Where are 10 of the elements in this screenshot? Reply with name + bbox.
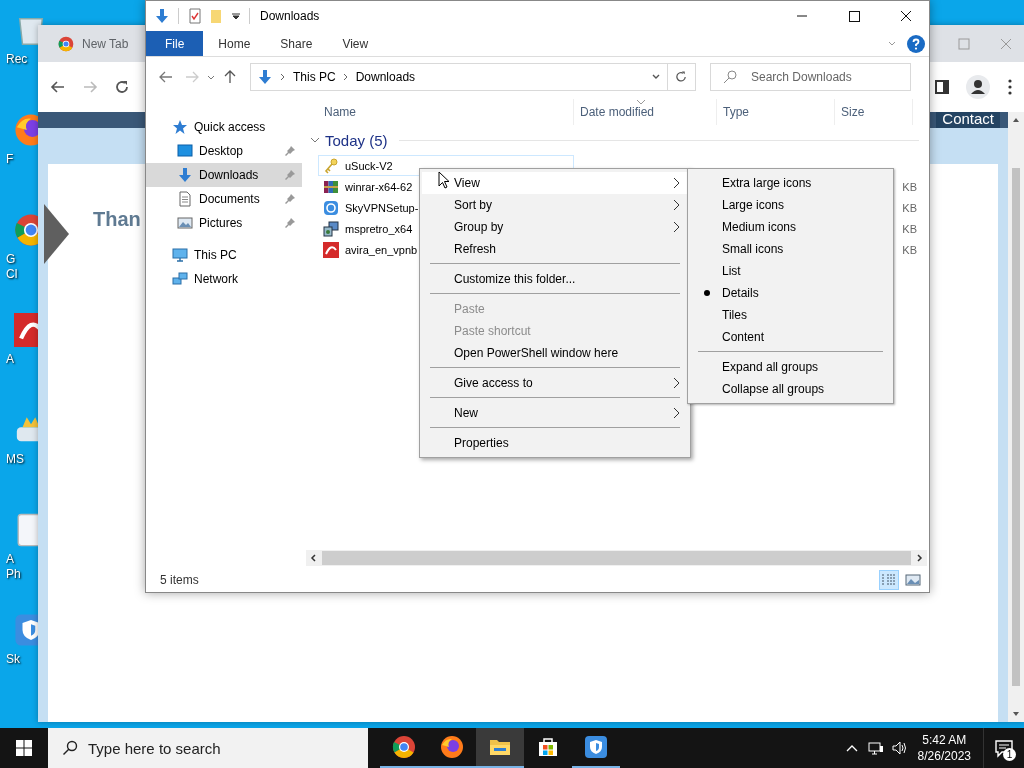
item-count: 5 items: [160, 573, 199, 587]
window-title: Downloads: [260, 9, 320, 23]
table-cell: KB: [902, 180, 917, 193]
table-cell: KB: [902, 243, 917, 256]
clock-date: 8/26/2023: [917, 748, 971, 764]
clock-time: 5:42 AM: [922, 732, 967, 748]
table-cell: KB: [902, 222, 917, 235]
notification-count: 1: [1003, 748, 1016, 761]
page-heading: Than: [93, 208, 141, 231]
table-cell: KB: [902, 201, 917, 214]
